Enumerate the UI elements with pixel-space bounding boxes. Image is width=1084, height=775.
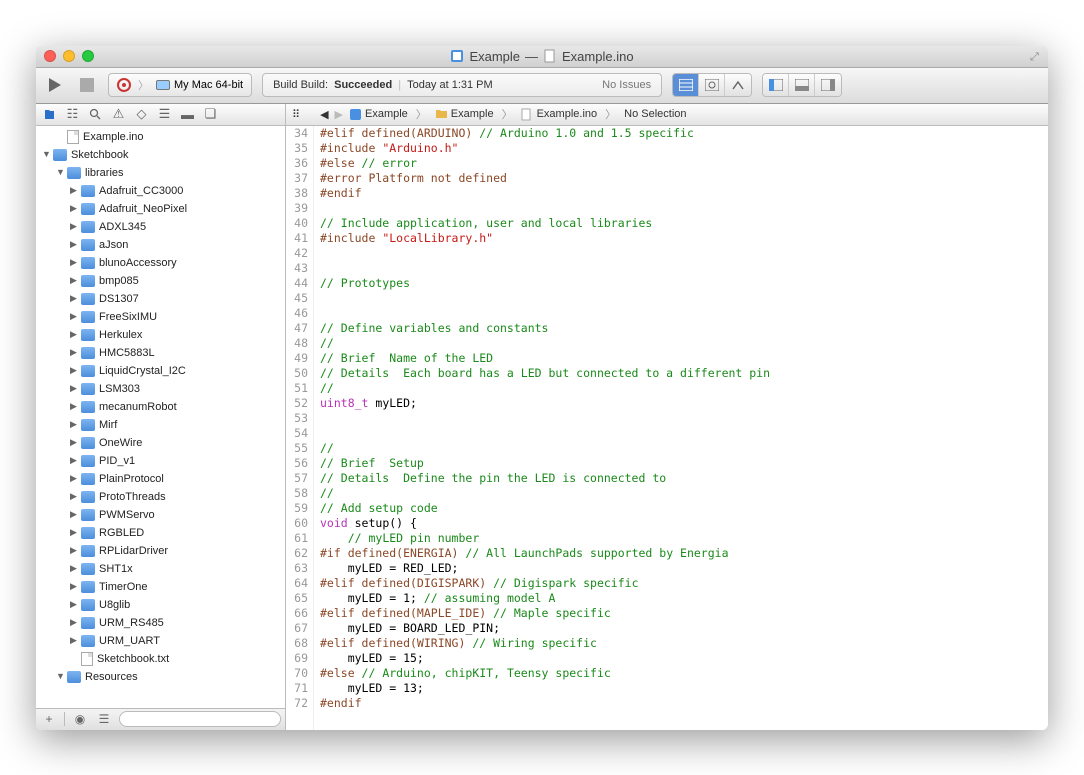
toggle-utilities-button[interactable] — [815, 74, 841, 96]
folder-item[interactable]: ▶U8glib — [36, 596, 285, 614]
folder-item[interactable]: ▶SHT1x — [36, 560, 285, 578]
toggle-debug-button[interactable] — [789, 74, 815, 96]
main-toolbar: 〉 My Mac 64-bit Build Build: Succeeded |… — [36, 68, 1048, 104]
xcode-window: Example — Example.ino ⤢ 〉 My Mac 64-bit … — [36, 46, 1048, 730]
folder-item[interactable]: ▶LiquidCrystal_I2C — [36, 362, 285, 380]
file-tree[interactable]: Example.ino▼Sketchbook▼libraries▶Adafrui… — [36, 126, 285, 708]
folder-item[interactable]: ▶RGBLED — [36, 524, 285, 542]
debug-navigator-icon[interactable]: ☰ — [157, 107, 172, 122]
toggle-navigator-button[interactable] — [763, 74, 789, 96]
scm-button[interactable]: ☰ — [95, 710, 113, 728]
folder-item[interactable]: ▶ADXL345 — [36, 218, 285, 236]
crumb-folder[interactable]: Example — [435, 108, 494, 121]
folder-item[interactable]: ▶Adafruit_NeoPixel — [36, 200, 285, 218]
target-icon — [117, 78, 131, 92]
scheme-selector[interactable]: 〉 My Mac 64-bit — [108, 73, 252, 97]
activity-status[interactable]: Build Build: Succeeded | Today at 1:31 P… — [262, 73, 662, 97]
code-area[interactable]: #elif defined(ARDUINO) // Arduino 1.0 an… — [314, 126, 1048, 730]
project-navigator-icon[interactable] — [42, 107, 57, 122]
folder-item[interactable]: ▶bmp085 — [36, 272, 285, 290]
folder-item[interactable]: ▶PID_v1 — [36, 452, 285, 470]
related-items-icon[interactable]: ⠿ — [292, 108, 300, 121]
folder-item[interactable]: ▶FreeSixIMU — [36, 308, 285, 326]
folder-item[interactable]: ▶Mirf — [36, 416, 285, 434]
project-icon — [450, 49, 464, 63]
folder-item[interactable]: ▼Resources — [36, 668, 285, 686]
folder-item[interactable]: ▶HMC5883L — [36, 344, 285, 362]
recent-button[interactable]: ◉ — [71, 710, 89, 728]
sidebar: Example.ino▼Sketchbook▼libraries▶Adafrui… — [36, 126, 286, 730]
folder-item[interactable]: ▶Herkulex — [36, 326, 285, 344]
main-body: Example.ino▼Sketchbook▼libraries▶Adafrui… — [36, 126, 1048, 730]
panel-toggle-segment — [762, 73, 842, 97]
crumb-file[interactable]: Example.ino — [521, 108, 598, 121]
folder-item[interactable]: ▶PlainProtocol — [36, 470, 285, 488]
breakpoint-navigator-icon[interactable]: ▬ — [180, 107, 195, 122]
folder-item[interactable]: ▼libraries — [36, 164, 285, 182]
stop-button[interactable] — [76, 74, 98, 96]
log-navigator-icon[interactable]: ❏ — [203, 107, 218, 122]
filter-field[interactable] — [119, 711, 281, 727]
file-item[interactable]: Example.ino — [36, 128, 285, 146]
fullscreen-icon[interactable]: ⤢ — [1030, 51, 1042, 63]
window-title: Example — Example.ino — [36, 49, 1048, 64]
folder-item[interactable]: ▶PWMServo — [36, 506, 285, 524]
forward-button[interactable]: ▶ — [335, 108, 343, 121]
editor-mode-segment — [672, 73, 752, 97]
folder-item[interactable]: ▶OneWire — [36, 434, 285, 452]
back-button[interactable]: ◀ — [320, 108, 328, 121]
sidebar-footer: + ◉ ☰ — [36, 708, 285, 730]
run-button[interactable] — [44, 74, 66, 96]
folder-item[interactable]: ▶mecanumRobot — [36, 398, 285, 416]
issue-navigator-icon[interactable]: ⚠ — [111, 107, 126, 122]
test-navigator-icon[interactable]: ◇ — [134, 107, 149, 122]
standard-editor-button[interactable] — [673, 74, 699, 96]
folder-item[interactable]: ▶aJson — [36, 236, 285, 254]
navigator-bar: ☷ ⚠ ◇ ☰ ▬ ❏ ⠿ ◀ ▶ Example 〉 Example 〉 Ex… — [36, 104, 1048, 126]
folder-item[interactable]: ▶ProtoThreads — [36, 488, 285, 506]
crumb-selection[interactable]: No Selection — [624, 108, 686, 120]
mac-icon — [156, 80, 170, 90]
folder-item[interactable]: ▶TimerOne — [36, 578, 285, 596]
folder-item[interactable]: ▼Sketchbook — [36, 146, 285, 164]
find-navigator-icon[interactable] — [88, 107, 103, 122]
folder-item[interactable]: ▶DS1307 — [36, 290, 285, 308]
folder-item[interactable]: ▶URM_RS485 — [36, 614, 285, 632]
gutter: 34 35 36 37 38 39 40 41 42 43 44 45 46 4… — [286, 126, 314, 730]
file-item[interactable]: Sketchbook.txt — [36, 650, 285, 668]
titlebar[interactable]: Example — Example.ino ⤢ — [36, 46, 1048, 68]
folder-item[interactable]: ▶RPLidarDriver — [36, 542, 285, 560]
assistant-editor-button[interactable] — [699, 74, 725, 96]
folder-item[interactable]: ▶URM_UART — [36, 632, 285, 650]
crumb-project[interactable]: Example — [349, 108, 408, 121]
version-editor-button[interactable] — [725, 74, 751, 96]
symbol-navigator-icon[interactable]: ☷ — [65, 107, 80, 122]
folder-item[interactable]: ▶LSM303 — [36, 380, 285, 398]
add-button[interactable]: + — [40, 710, 58, 728]
jump-bar: ⠿ ◀ ▶ Example 〉 Example 〉 Example.ino 〉 … — [286, 106, 1048, 122]
folder-item[interactable]: ▶blunoAccessory — [36, 254, 285, 272]
editor[interactable]: 34 35 36 37 38 39 40 41 42 43 44 45 46 4… — [286, 126, 1048, 730]
file-icon — [543, 49, 557, 63]
folder-item[interactable]: ▶Adafruit_CC3000 — [36, 182, 285, 200]
navigator-tabs: ☷ ⚠ ◇ ☰ ▬ ❏ — [36, 104, 286, 125]
